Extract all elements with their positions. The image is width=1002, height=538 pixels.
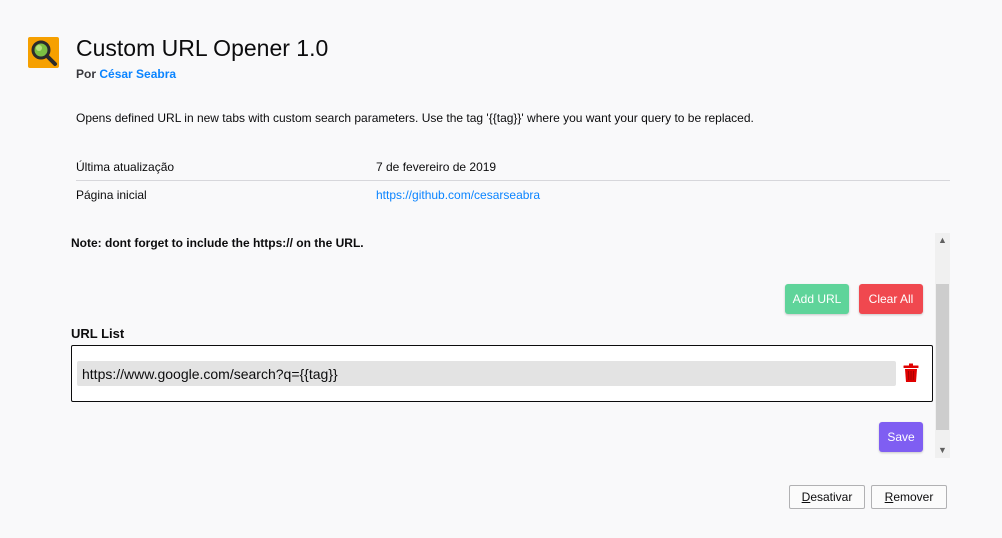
author-line: Por César Seabra [76, 67, 176, 81]
homepage-label: Página inicial [76, 188, 147, 202]
https-note: Note: dont forget to include the https:/… [71, 236, 364, 250]
disable-accesskey: D [801, 490, 811, 504]
scroll-down-icon[interactable]: ▼ [935, 443, 950, 458]
options-content: Note: dont forget to include the https:/… [58, 233, 934, 458]
detail-row-homepage: Página inicial https://github.com/cesars… [76, 181, 950, 209]
remove-button[interactable]: Remover [871, 485, 947, 509]
disable-label-rest: esativar [810, 490, 853, 504]
url-input[interactable] [77, 361, 896, 386]
addon-details: Última atualização 7 de fevereiro de 201… [76, 153, 950, 209]
options-scrollbar[interactable]: ▲ ▼ [935, 233, 950, 458]
author-prefix: Por [76, 67, 97, 81]
remove-label-rest: emover [893, 490, 934, 504]
url-list-label: URL List [71, 326, 125, 341]
scroll-thumb[interactable] [936, 284, 949, 430]
last-updated-value: 7 de fevereiro de 2019 [376, 160, 497, 174]
author-link[interactable]: César Seabra [99, 67, 176, 81]
disable-button[interactable]: Desativar [789, 485, 865, 509]
addon-icon [28, 37, 59, 68]
save-button[interactable]: Save [879, 422, 923, 452]
scroll-up-icon[interactable]: ▲ [935, 233, 950, 248]
clear-all-button[interactable]: Clear All [859, 284, 923, 314]
addon-description: Opens defined URL in new tabs with custo… [76, 111, 754, 125]
url-list [71, 345, 933, 402]
trash-icon[interactable] [903, 363, 919, 383]
options-panel: Note: dont forget to include the https:/… [58, 233, 950, 458]
addon-title: Custom URL Opener 1.0 [76, 35, 329, 61]
detail-row-last-updated: Última atualização 7 de fevereiro de 201… [76, 153, 950, 181]
add-url-button[interactable]: Add URL [785, 284, 849, 314]
homepage-link[interactable]: https://github.com/cesarseabra [376, 181, 540, 209]
last-updated-label: Última atualização [76, 160, 175, 174]
